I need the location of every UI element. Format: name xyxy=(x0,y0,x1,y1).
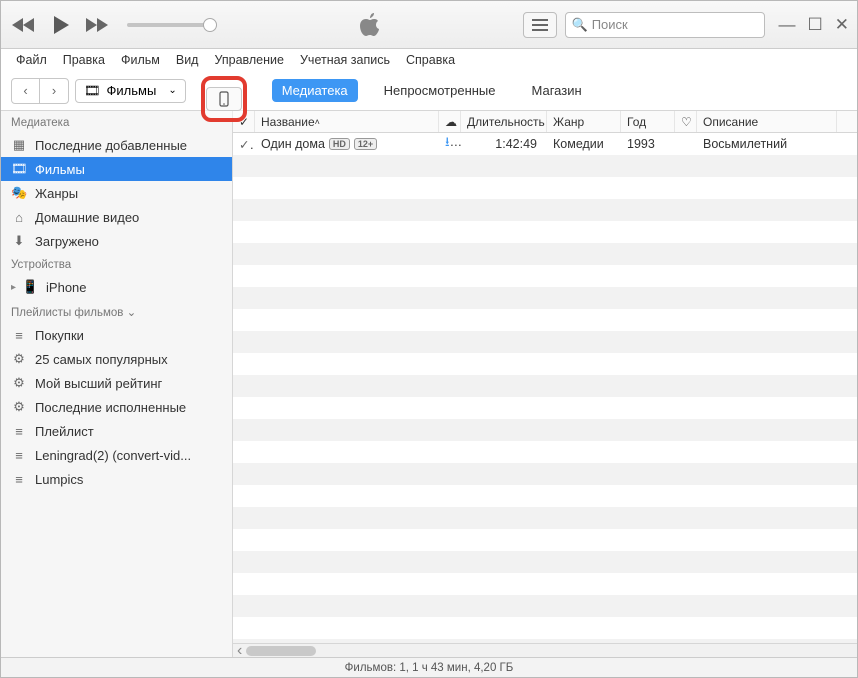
sidebar-item-label: Жанры xyxy=(35,186,78,201)
close-button[interactable]: ✕ xyxy=(835,15,849,35)
sidebar-item[interactable]: ⚙ Последние исполненные xyxy=(1,395,232,419)
list-icon: ≡ xyxy=(11,328,27,343)
list-view-button[interactable] xyxy=(523,12,557,38)
phone-icon: 📱 xyxy=(22,279,38,295)
search-icon: 🔍 xyxy=(572,17,588,33)
sidebar-item[interactable]: ≡ Покупки xyxy=(1,323,232,347)
sidebar-item-label: iPhone xyxy=(46,280,86,295)
gear-icon: ⚙ xyxy=(11,351,27,367)
sidebar-item[interactable]: ⬇ Загружено xyxy=(1,229,232,253)
sidebar-item-label: 25 самых популярных xyxy=(35,352,168,367)
phone-icon xyxy=(219,91,229,107)
menu-controls[interactable]: Управление xyxy=(207,51,291,69)
menu-account[interactable]: Учетная запись xyxy=(293,51,397,69)
sidebar-item[interactable]: ▦ Последние добавленные xyxy=(1,133,232,157)
device-iphone-button[interactable] xyxy=(206,87,242,111)
menu-view[interactable]: Вид xyxy=(169,51,206,69)
sidebar-item-label: Мой высший рейтинг xyxy=(35,376,162,391)
col-genre[interactable]: Жанр xyxy=(547,111,621,132)
chevron-down-icon: ⌄ xyxy=(168,85,176,96)
horizontal-scrollbar[interactable]: ‹ xyxy=(233,643,857,657)
scrollbar-thumb[interactable] xyxy=(246,646,316,656)
film-icon: 🎞 xyxy=(11,161,27,177)
volume-slider[interactable] xyxy=(127,23,217,27)
rewind-button[interactable] xyxy=(9,11,37,39)
menu-movie[interactable]: Фильм xyxy=(114,51,167,69)
table-header: ✓Название ˄☁ДлительностьЖанрГод♡Описание xyxy=(233,111,857,133)
sidebar-item-label: Фильмы xyxy=(35,162,85,177)
gear-icon: ⚙ xyxy=(11,399,27,415)
download-icon: ⬇ xyxy=(11,233,27,249)
nav-back-forward[interactable]: ‹ › xyxy=(11,78,69,104)
apple-logo-icon xyxy=(217,12,523,38)
search-input[interactable]: 🔍 Поиск xyxy=(565,12,765,38)
device-button-highlight xyxy=(201,76,247,122)
sidebar-item-label: Последние исполненные xyxy=(35,400,186,415)
gear-icon: ⚙ xyxy=(11,375,27,391)
tab-unwatched[interactable]: Непросмотренные xyxy=(374,79,506,102)
tab-store[interactable]: Магазин xyxy=(522,79,592,102)
volume-knob[interactable] xyxy=(203,18,217,32)
status-text: Фильмов: 1, 1 ч 43 мин, 4,20 ГБ xyxy=(345,662,514,674)
film-icon: 🎞 xyxy=(84,83,101,99)
menu-file[interactable]: Файл xyxy=(9,51,54,69)
menu-help[interactable]: Справка xyxy=(399,51,462,69)
nav-forward-button[interactable]: › xyxy=(40,79,68,103)
menu-bar: Файл Правка Фильм Вид Управление Учетная… xyxy=(1,49,857,71)
sidebar-item[interactable]: ≡ Leningrad(2) (convert-vid... xyxy=(1,443,232,467)
sidebar-item[interactable]: ≡ Lumpics xyxy=(1,467,232,491)
sidebar-item[interactable]: ▸📱iPhone xyxy=(1,275,232,299)
tab-library[interactable]: Медиатека xyxy=(272,79,358,102)
sidebar-item[interactable]: ≡ Плейлист xyxy=(1,419,232,443)
masks-icon: 🎭 xyxy=(11,185,27,201)
col-heart[interactable]: ♡ xyxy=(675,111,697,132)
home-icon: ⌂ xyxy=(11,210,27,225)
forward-button[interactable] xyxy=(83,11,111,39)
category-dropdown[interactable]: 🎞 Фильмы ⌄ xyxy=(75,79,186,103)
nav-back-button[interactable]: ‹ xyxy=(12,79,40,103)
col-year[interactable]: Год xyxy=(621,111,675,132)
list-icon: ≡ xyxy=(11,424,27,439)
sidebar-item[interactable]: ⚙ 25 самых популярных xyxy=(1,347,232,371)
sidebar-item[interactable]: 🎞 Фильмы xyxy=(1,157,232,181)
sidebar-item-label: Загружено xyxy=(35,234,99,249)
col-cloud[interactable]: ☁ xyxy=(439,111,461,132)
status-bar: Фильмов: 1, 1 ч 43 мин, 4,20 ГБ xyxy=(1,657,857,677)
sidebar-item-label: Плейлист xyxy=(35,424,94,439)
menu-edit[interactable]: Правка xyxy=(56,51,112,69)
sidebar-item-label: Последние добавленные xyxy=(35,138,187,153)
sidebar-item-label: Домашние видео xyxy=(35,210,139,225)
category-label: Фильмы xyxy=(107,83,157,98)
download-cloud-icon[interactable]: ⭳☁ xyxy=(445,134,461,149)
table-row[interactable]: ✓Один домаHD12+⭳☁1:42:49Комедии1993Восьм… xyxy=(233,133,857,155)
col-dur[interactable]: Длительность xyxy=(461,111,547,132)
col-name[interactable]: Название ˄ xyxy=(255,111,439,132)
secondary-toolbar: ‹ › 🎞 Фильмы ⌄ Медиатека Непросмотренные… xyxy=(1,71,857,111)
minimize-button[interactable]: — xyxy=(779,15,796,35)
sidebar-item[interactable]: ⌂ Домашние видео xyxy=(1,205,232,229)
sidebar-item-label: Lumpics xyxy=(35,472,83,487)
sidebar-section-header: Медиатека xyxy=(1,111,232,133)
sidebar-section-header: Устройства xyxy=(1,253,232,275)
maximize-button[interactable]: ☐ xyxy=(808,15,823,35)
sidebar-section-header: Плейлисты фильмов ⌄ xyxy=(1,299,232,323)
play-button[interactable] xyxy=(43,11,77,39)
list-icon: ≡ xyxy=(11,472,27,487)
playback-bar: 🔍 Поиск — ☐ ✕ xyxy=(1,1,857,49)
content-area: ✓Название ˄☁ДлительностьЖанрГод♡Описание… xyxy=(233,111,857,657)
sidebar-item-label: Leningrad(2) (convert-vid... xyxy=(35,448,191,463)
list-icon: ≡ xyxy=(11,448,27,463)
search-placeholder: Поиск xyxy=(592,17,628,32)
sidebar-item-label: Покупки xyxy=(35,328,84,343)
sidebar-item[interactable]: 🎭 Жанры xyxy=(1,181,232,205)
table-body: ✓Один домаHD12+⭳☁1:42:49Комедии1993Восьм… xyxy=(233,133,857,643)
col-desc[interactable]: Описание xyxy=(697,111,837,132)
sidebar: Медиатека ▦ Последние добавленные 🎞 Фильмы 🎭 Ж… xyxy=(1,111,233,657)
grid-icon: ▦ xyxy=(11,137,27,153)
sidebar-item[interactable]: ⚙ Мой высший рейтинг xyxy=(1,371,232,395)
